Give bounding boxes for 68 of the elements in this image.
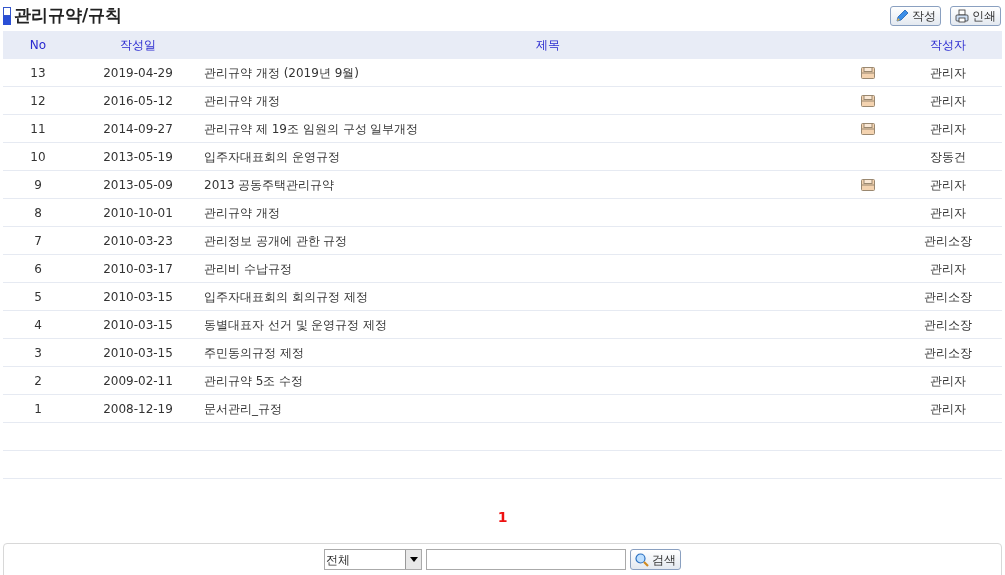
table-cell-text: 2013-05-19 [102, 148, 174, 166]
table-cell-text: 관리자 [928, 204, 967, 222]
table-cell-text: 장동건 [928, 148, 967, 166]
table-cell-text: 2019-04-29 [102, 64, 174, 82]
post-title-link[interactable]: 관리규약 개정 [203, 203, 843, 222]
post-title-link[interactable]: 주민동의규정 제정 [203, 343, 843, 362]
printer-icon [955, 8, 969, 23]
column-header: 작성일 [119, 37, 157, 54]
table-cell-text: 9 [33, 176, 43, 194]
post-title-link[interactable]: 관리규약 개정 [203, 91, 843, 110]
table-cell-text: 2013-05-09 [102, 176, 174, 194]
table-cell-text: 2010-03-15 [102, 288, 174, 306]
table-cell-text: 관리자 [928, 260, 967, 278]
scope-select[interactable]: 전체 [324, 549, 422, 570]
post-title-link[interactable]: 관리비 수납규정 [203, 259, 843, 278]
page-title: 관리규약/규칙 [14, 3, 123, 27]
table-cell-text: 5 [33, 288, 43, 306]
post-title-link[interactable]: 동별대표자 선거 및 운영규정 제정 [203, 315, 843, 334]
table-cell-text: 2 [33, 372, 43, 390]
table-cell-text: 13 [29, 64, 47, 82]
table-cell-text: 7 [33, 232, 43, 250]
post-title-link[interactable]: 관리규약 5조 수정 [203, 371, 843, 390]
table-cell-text: 관리자 [928, 120, 967, 138]
table-cell-text: 2010-03-15 [102, 344, 174, 362]
table-cell-text: 2016-05-12 [102, 92, 174, 110]
table-cell-text: 6 [33, 260, 43, 278]
table-cell-text: 12 [29, 92, 47, 110]
table-cell-text: 관리자 [928, 400, 967, 418]
table-cell-text: 관리자 [928, 372, 967, 390]
table-cell-text: 2014-09-27 [102, 120, 174, 138]
table-cell-text: 3 [33, 344, 43, 362]
post-title-link[interactable]: 2013 공동주택관리규약 [203, 175, 843, 194]
table-cell-text: 2010-03-23 [102, 232, 174, 250]
column-header: 작성자 [928, 37, 967, 54]
table-cell-text: 10 [29, 148, 47, 166]
page-link[interactable]: 1 [497, 507, 508, 527]
table-cell-text: 2010-10-01 [102, 204, 174, 222]
table-cell-text: 11 [29, 120, 47, 138]
print-button[interactable]: 인쇄 [950, 5, 1001, 26]
table-cell-text: 2010-03-15 [102, 316, 174, 334]
column-header: 제목 [535, 37, 561, 54]
search-field[interactable] [426, 549, 626, 570]
table-cell-text: 2008-12-19 [102, 400, 174, 418]
table-cell-text: 관리자 [928, 92, 967, 110]
column-header: No [28, 37, 48, 54]
table-cell-text: 관리자 [928, 176, 967, 194]
post-title-link[interactable]: 입주자대표회의 회의규정 제정 [203, 287, 843, 306]
title-bullet-icon [3, 6, 11, 25]
post-title-link[interactable]: 관리정보 공개에 관한 규정 [203, 231, 843, 250]
table-cell-text: 관리소장 [922, 232, 973, 250]
table-cell-text: 4 [33, 316, 43, 334]
table-cell-text: 관리소장 [922, 288, 973, 306]
search-button[interactable]: 검색 [630, 549, 681, 570]
table-cell-text: 8 [33, 204, 43, 222]
write-button[interactable]: 작성 [890, 5, 941, 26]
post-title-link[interactable]: 입주자대표회의 운영규정 [203, 147, 843, 166]
search-icon [635, 552, 649, 567]
table-cell-text: 1 [33, 400, 43, 418]
post-title-link[interactable]: 문서관리_규정 [203, 399, 843, 418]
table-cell-text: 2009-02-11 [102, 372, 174, 390]
table-cell-text: 관리소장 [922, 316, 973, 334]
post-title-link[interactable]: 관리규약 개정 (2019년 9월) [203, 63, 843, 82]
dropdown-arrow-icon [409, 557, 418, 562]
table-cell-text: 관리소장 [922, 344, 973, 362]
post-title-link[interactable]: 관리규약 제 19조 임원의 구성 일부개정 [203, 119, 843, 138]
table-cell-text: 2010-03-17 [102, 260, 174, 278]
table-cell-text: 관리자 [928, 64, 967, 82]
pencil-icon [895, 8, 909, 23]
